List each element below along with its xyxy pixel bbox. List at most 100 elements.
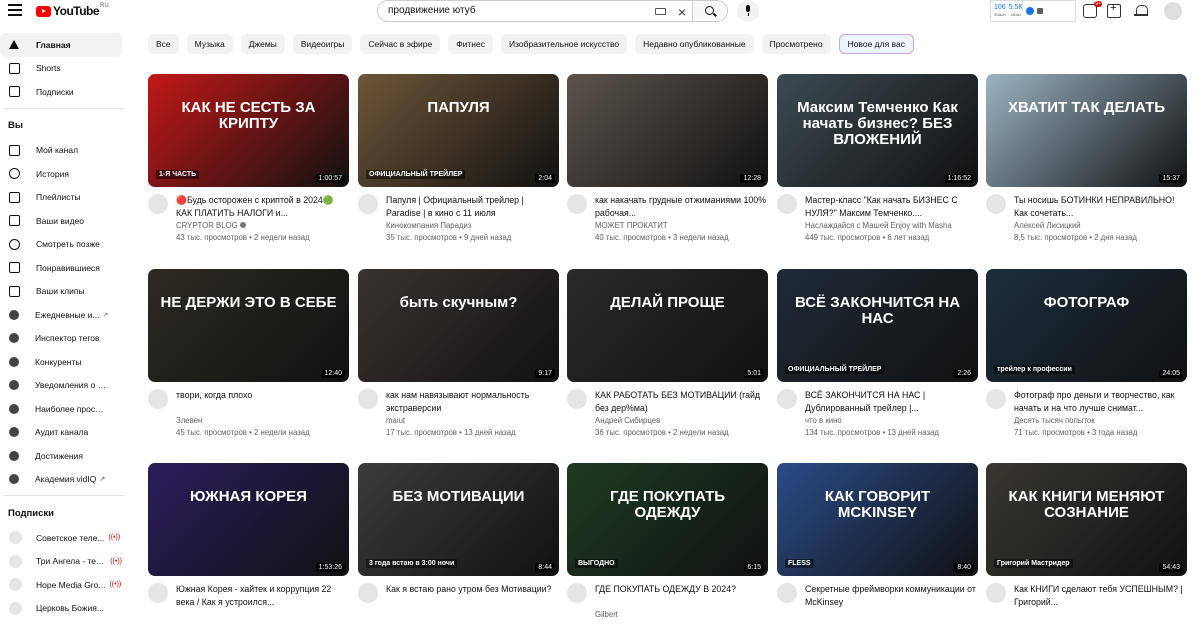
channel-name[interactable]: что в кино: [805, 416, 842, 425]
channel-name-text[interactable]: Андрей Сибирцев: [595, 416, 660, 425]
vidiq-icon[interactable]: [1026, 7, 1035, 15]
video-card[interactable]: 12:28 как накачать грудные отжиманиями 10…: [567, 74, 768, 250]
channel-name-text[interactable]: maiut: [386, 416, 405, 425]
channel-avatar[interactable]: [567, 194, 587, 214]
channel-avatar[interactable]: [148, 389, 168, 409]
channel-name[interactable]: МОЖЕТ ПРОКАТИТ: [595, 221, 668, 230]
channel-avatar[interactable]: [358, 389, 378, 409]
channel-avatar[interactable]: [777, 194, 797, 214]
video-thumbnail[interactable]: КАК ГОВОРИТ MCKINSEY FLESS 8:40: [777, 463, 978, 576]
video-title[interactable]: Как я встаю рано утром без Мотивации?: [386, 583, 558, 596]
video-thumbnail[interactable]: ДЕЛАЙ ПРОЩЕ 5:01: [567, 269, 768, 382]
channel-name[interactable]: Десять тысяч попыток: [1014, 416, 1095, 425]
sidebar-item[interactable]: Мой канал: [0, 139, 122, 163]
video-card[interactable]: ВСЁ ЗАКОНЧИТСЯ НА НАС ОФИЦИАЛЬНЫЙ ТРЕЙЛЕР…: [777, 269, 978, 445]
sidebar-item[interactable]: Конкуренты: [0, 350, 122, 374]
channel-name-text[interactable]: Наслаждайся с Машей Enjoy with Masha: [805, 221, 952, 230]
video-title[interactable]: 🔴Будь осторожен с криптой в 2024🟢КАК ПЛА…: [176, 194, 348, 219]
channel-avatar[interactable]: [148, 194, 168, 214]
video-title[interactable]: Ты носишь БОТИНКИ НЕПРАВИЛЬНО! Как сочет…: [1014, 194, 1186, 219]
channel-avatar[interactable]: [777, 583, 797, 603]
channel-avatar[interactable]: [358, 194, 378, 214]
sidebar-item[interactable]: Ежедневные и... ↗: [0, 303, 122, 327]
youtube-logo[interactable]: YouTube RU: [36, 3, 109, 18]
notifications-bell-icon[interactable]: [1134, 4, 1148, 18]
video-thumbnail[interactable]: Максим Темченко Как начать бизнес? БЕЗ В…: [777, 74, 978, 187]
sidebar-section-you[interactable]: Вы: [0, 113, 130, 139]
video-card[interactable]: ДЕЛАЙ ПРОЩЕ 5:01 КАК РАБОТАТЬ БЕЗ МОТИВАЦИ…: [567, 269, 768, 445]
sidebar-item[interactable]: Аудит канала: [0, 421, 122, 445]
sidebar-item[interactable]: История: [0, 162, 122, 186]
video-card[interactable]: ФОТОГРАФ трейлер к профессии 24:05 Фотограф…: [986, 269, 1187, 445]
channel-name-text[interactable]: МОЖЕТ ПРОКАТИТ: [595, 221, 668, 230]
channel-name[interactable]: Наслаждайся с Машей Enjoy with Masha: [805, 221, 952, 230]
video-card[interactable]: ПАПУЛЯ ОФИЦИАЛЬНЫЙ ТРЕЙЛЕР 2:04 Папуля | Оф…: [358, 74, 559, 250]
video-thumbnail[interactable]: КАК КНИГИ МЕНЯЮТ СОЗНАНИЕ Григорий Мастри…: [986, 463, 1187, 576]
sidebar-item[interactable]: Уведомления о т...: [0, 374, 122, 398]
video-thumbnail[interactable]: КАК НЕ СЕСТЬ ЗА КРИПТУ 1-Я ЧАСТЬ 1:00:57: [148, 74, 349, 187]
list-icon[interactable]: [1037, 8, 1044, 14]
video-card[interactable]: быть скучным? 9:17 как нам навязывают норм…: [358, 269, 559, 445]
video-title[interactable]: ГДЕ ПОКУПАТЬ ОДЕЖДУ В 2024?: [595, 583, 767, 596]
voice-search-button[interactable]: [737, 0, 759, 22]
video-thumbnail[interactable]: БЕЗ МОТИВАЦИИ 3 года встаю в 3:00 ночи 8:4…: [358, 463, 559, 576]
video-card[interactable]: НЕ ДЕРЖИ ЭТО В СЕБЕ 12:40 твори, когда пло…: [148, 269, 349, 445]
video-thumbnail[interactable]: ВСЁ ЗАКОНЧИТСЯ НА НАС ОФИЦИАЛЬНЫЙ ТРЕЙЛЕР…: [777, 269, 978, 382]
video-title[interactable]: твори, когда плохо: [176, 389, 348, 402]
sidebar-item[interactable]: Наиболее просма...: [0, 397, 122, 421]
channel-avatar[interactable]: [567, 583, 587, 603]
video-title[interactable]: Фотограф про деньги и творчество, как на…: [1014, 389, 1186, 414]
channel-name[interactable]: maiut: [386, 416, 405, 425]
video-title[interactable]: Как КНИГИ сделают тебя УСПЕШНЫМ? | Григо…: [1014, 583, 1186, 608]
channel-name-text[interactable]: Злевен: [176, 416, 202, 425]
filter-chip[interactable]: Изобразительное искусство: [500, 34, 628, 54]
channel-name[interactable]: Кинокомпания Парадиз: [386, 221, 471, 230]
channel-avatar[interactable]: [986, 583, 1006, 603]
channel-name[interactable]: Алексей Лисицкий: [1014, 221, 1081, 230]
channel-name[interactable]: CRYPTOR BLOG: [176, 221, 246, 230]
search-button[interactable]: [692, 0, 728, 22]
sidebar-item[interactable]: Ваши видео: [0, 209, 122, 233]
video-title[interactable]: как накачать грудные отжиманиями 100% ра…: [595, 194, 767, 219]
video-card[interactable]: ГДЕ ПОКУПАТЬ ОДЕЖДУ ВЫГОДНО 6:15 ГДЕ ПОКУПА…: [567, 463, 768, 639]
channel-avatar[interactable]: [986, 194, 1006, 214]
video-title[interactable]: КАК РАБОТАТЬ БЕЗ МОТИВАЦИИ (гайд без дер…: [595, 389, 767, 414]
video-card[interactable]: КАК НЕ СЕСТЬ ЗА КРИПТУ 1-Я ЧАСТЬ 1:00:57 🔴Б…: [148, 74, 349, 250]
account-avatar[interactable]: [1164, 2, 1182, 20]
video-card[interactable]: КАК ГОВОРИТ MCKINSEY FLESS 8:40 Секретные ф…: [777, 463, 978, 639]
sidebar-item[interactable]: Hope Media Gro... ((•)): [0, 573, 122, 597]
sidebar-item[interactable]: Ваши клипы: [0, 280, 122, 304]
channel-name-text[interactable]: Кинокомпания Парадиз: [386, 221, 471, 230]
video-thumbnail[interactable]: ГДЕ ПОКУПАТЬ ОДЕЖДУ ВЫГОДНО 6:15: [567, 463, 768, 576]
channel-name-text[interactable]: Gilbert: [595, 610, 618, 619]
video-thumbnail[interactable]: НЕ ДЕРЖИ ЭТО В СЕБЕ 12:40: [148, 269, 349, 382]
filter-chip[interactable]: Все: [148, 34, 179, 54]
menu-icon[interactable]: [8, 4, 22, 16]
filter-chip[interactable]: Сейчас в эфире: [360, 34, 441, 54]
sidebar-item[interactable]: Церковь Божия...: [0, 597, 122, 621]
video-card[interactable]: БЕЗ МОТИВАЦИИ 3 года встаю в 3:00 ночи 8:4…: [358, 463, 559, 639]
channel-name[interactable]: Злевен: [176, 416, 202, 425]
sidebar-item[interactable]: Shorts: [0, 57, 122, 81]
filter-chip[interactable]: Джемы: [240, 34, 285, 54]
video-thumbnail[interactable]: ПАПУЛЯ ОФИЦИАЛЬНЫЙ ТРЕЙЛЕР 2:04: [358, 74, 559, 187]
channel-avatar[interactable]: [148, 583, 168, 603]
channel-name-text[interactable]: что в кино: [805, 416, 842, 425]
sidebar-item[interactable]: Инспектор тегов: [0, 327, 122, 351]
sidebar-item[interactable]: Понравившиеся: [0, 256, 122, 280]
filter-chip[interactable]: Новое для вас: [838, 34, 914, 54]
video-title[interactable]: Южная Корея - хайтек и коррупция 22 века…: [176, 583, 348, 608]
video-card[interactable]: ЮЖНАЯ КОРЕЯ 1:53:26 Южная Корея - хайтек и…: [148, 463, 349, 639]
video-title[interactable]: ВСЁ ЗАКОНЧИТСЯ НА НАС | Дублированный тр…: [805, 389, 977, 414]
channel-avatar[interactable]: [358, 583, 378, 603]
channel-name[interactable]: Андрей Сибирцев: [595, 416, 660, 425]
extension-icon[interactable]: 9+: [1083, 1, 1102, 18]
channel-name-text[interactable]: Десять тысяч попыток: [1014, 416, 1095, 425]
sidebar-item[interactable]: Плейлисты: [0, 186, 122, 210]
vidiq-toolbar[interactable]: 106 50мин 5.5K 48час: [990, 0, 1076, 22]
create-icon[interactable]: [1107, 2, 1121, 18]
video-thumbnail[interactable]: ЮЖНАЯ КОРЕЯ 1:53:26: [148, 463, 349, 576]
video-thumbnail[interactable]: ФОТОГРАФ трейлер к профессии 24:05: [986, 269, 1187, 382]
video-title[interactable]: Секретные фреймворки коммуникации от McK…: [805, 583, 977, 608]
filter-chip[interactable]: Видеоигры: [292, 34, 353, 54]
